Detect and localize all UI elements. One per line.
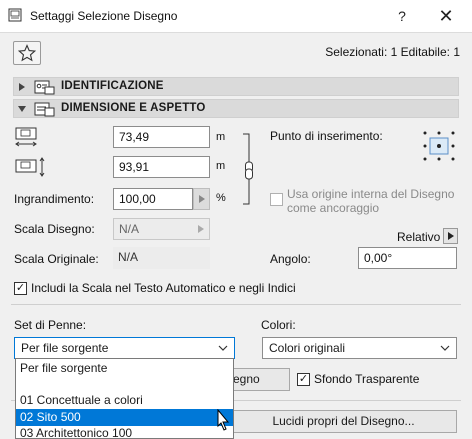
use-origin-label: Usa origine interna del Disegno	[287, 187, 455, 201]
height-unit: m	[216, 160, 226, 172]
dropdown-option[interactable]: 01 Concettuale a colori	[16, 392, 233, 409]
insertion-point-label: Punto di inserimento:	[270, 129, 383, 143]
transparent-bg-checkbox[interactable]: ✓	[297, 373, 310, 386]
selection-info: Selezionati: 1 Editabile: 1	[325, 45, 460, 59]
chevron-down-icon	[18, 106, 26, 112]
angle-input[interactable]: 0,00°	[358, 247, 457, 269]
id-tag-icon	[34, 80, 55, 95]
app-icon	[8, 8, 22, 22]
colors-label: Colori:	[261, 318, 296, 332]
chevron-right-icon	[198, 195, 205, 203]
own-layers-button-label: Lucidi propri del Disegno...	[272, 414, 415, 428]
include-scale-checkbox[interactable]: ✓	[14, 282, 27, 295]
relative-menu-button[interactable]	[443, 228, 458, 244]
section-label: DIMENSIONE E ASPETTO	[61, 102, 206, 114]
divider	[11, 304, 461, 305]
pen-set-label: Set di Penne:	[14, 318, 87, 332]
checkmark-icon: ✓	[298, 373, 309, 385]
section-dimension[interactable]: DIMENSIONE E ASPETTO	[13, 99, 459, 118]
chevron-right-icon	[447, 232, 454, 240]
use-origin-label-line2: come ancoraggio	[287, 201, 380, 215]
pen-settings-button-label: egno	[233, 372, 260, 386]
relative-label: Relativo	[397, 230, 441, 244]
pen-set-value: Per file sorgente	[21, 341, 109, 355]
magnification-menu-button[interactable]	[193, 188, 210, 210]
chevron-right-icon	[198, 225, 204, 233]
star-icon	[18, 44, 36, 62]
window-title: Settaggi Selezione Disegno	[30, 9, 178, 23]
dropdown-option-selected[interactable]: 02 Sito 500	[16, 409, 233, 426]
chevron-right-icon	[19, 83, 25, 91]
include-scale-label: Includi la Scala nel Testo Automatico e …	[31, 281, 296, 295]
height-input[interactable]: 93,91	[113, 156, 210, 178]
drawing-scale-dropdown[interactable]: N/A	[113, 218, 210, 240]
width-icon	[15, 127, 37, 147]
original-scale-label: Scala Originale:	[14, 252, 99, 266]
transparent-bg-label: Sfondo Trasparente	[314, 372, 420, 386]
dimension-icon	[34, 102, 55, 117]
colors-value: Colori originali	[269, 341, 346, 355]
section-identification[interactable]: IDENTIFICAZIONE	[13, 77, 459, 96]
dropdown-option[interactable]: Per file sorgente	[16, 360, 233, 377]
pen-set-dropdown[interactable]: Per file sorgente	[14, 337, 235, 359]
use-origin-checkbox[interactable]	[270, 193, 283, 206]
chevron-down-icon	[218, 345, 228, 351]
original-scale-value: N/A	[113, 247, 210, 269]
width-input[interactable]: 73,49	[113, 126, 210, 148]
own-layers-button[interactable]: Lucidi propri del Disegno...	[230, 410, 457, 433]
help-button[interactable]: ?	[388, 5, 416, 27]
colors-dropdown[interactable]: Colori originali	[262, 337, 457, 359]
chain-link-icon[interactable]	[241, 132, 255, 206]
dropdown-option[interactable]: 03 Architettonico 100	[16, 425, 233, 439]
mouse-cursor-icon	[217, 409, 230, 431]
height-icon	[15, 157, 45, 177]
chevron-down-icon	[440, 345, 450, 351]
close-button[interactable]: ✕	[432, 5, 460, 27]
title-bar: Settaggi Selezione Disegno ? ✕	[0, 0, 472, 33]
magnification-unit: %	[216, 192, 226, 204]
favorites-button[interactable]	[13, 41, 41, 65]
section-label: IDENTIFICAZIONE	[61, 80, 164, 92]
drawing-scale-label: Scala Disegno:	[14, 222, 95, 236]
pen-set-dropdown-list: Per file sorgente 01 Concettuale a color…	[15, 358, 234, 439]
width-unit: m	[216, 131, 226, 143]
magnification-label: Ingrandimento:	[14, 192, 95, 206]
magnification-input[interactable]: 100,00	[113, 188, 193, 210]
checkmark-icon: ✓	[15, 282, 26, 294]
drawing-scale-value: N/A	[119, 222, 140, 236]
anchor-point-grid[interactable]	[422, 130, 456, 162]
angle-label: Angolo:	[270, 252, 311, 266]
